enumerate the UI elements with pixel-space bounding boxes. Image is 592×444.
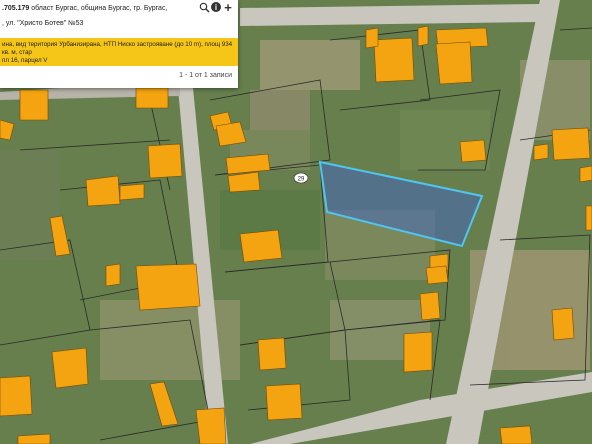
panel-tools: i +: [198, 0, 236, 15]
panel-header: .705.179 област Бургас, община Бургас, г…: [0, 0, 238, 32]
parcel-id: .705.179: [2, 5, 30, 12]
parcel-address: област Бургас, община Бургас, гр. Бургас…: [29, 5, 168, 12]
records-pager: 1 - 1 от 1 записи: [179, 72, 232, 79]
search-icon[interactable]: [198, 1, 210, 13]
plus-icon[interactable]: +: [222, 0, 234, 15]
house-number-marker: 29: [293, 172, 309, 184]
info-icon[interactable]: i: [211, 2, 221, 12]
house-number-label: 29: [298, 177, 305, 183]
parcel-street: , ул. "Христо Ботев" №53: [2, 20, 84, 27]
parcel-attributes-text: ина, вид територия Урбанизирана, НТП Нис…: [2, 41, 233, 64]
parcel-info-panel: .705.179 област Бургас, община Бургас, г…: [0, 0, 238, 88]
parcel-title: .705.179 област Бургас, община Бургас, г…: [2, 4, 198, 13]
parcel-attributes: ина, вид територия Урбанизирана, НТП Нис…: [0, 38, 238, 66]
